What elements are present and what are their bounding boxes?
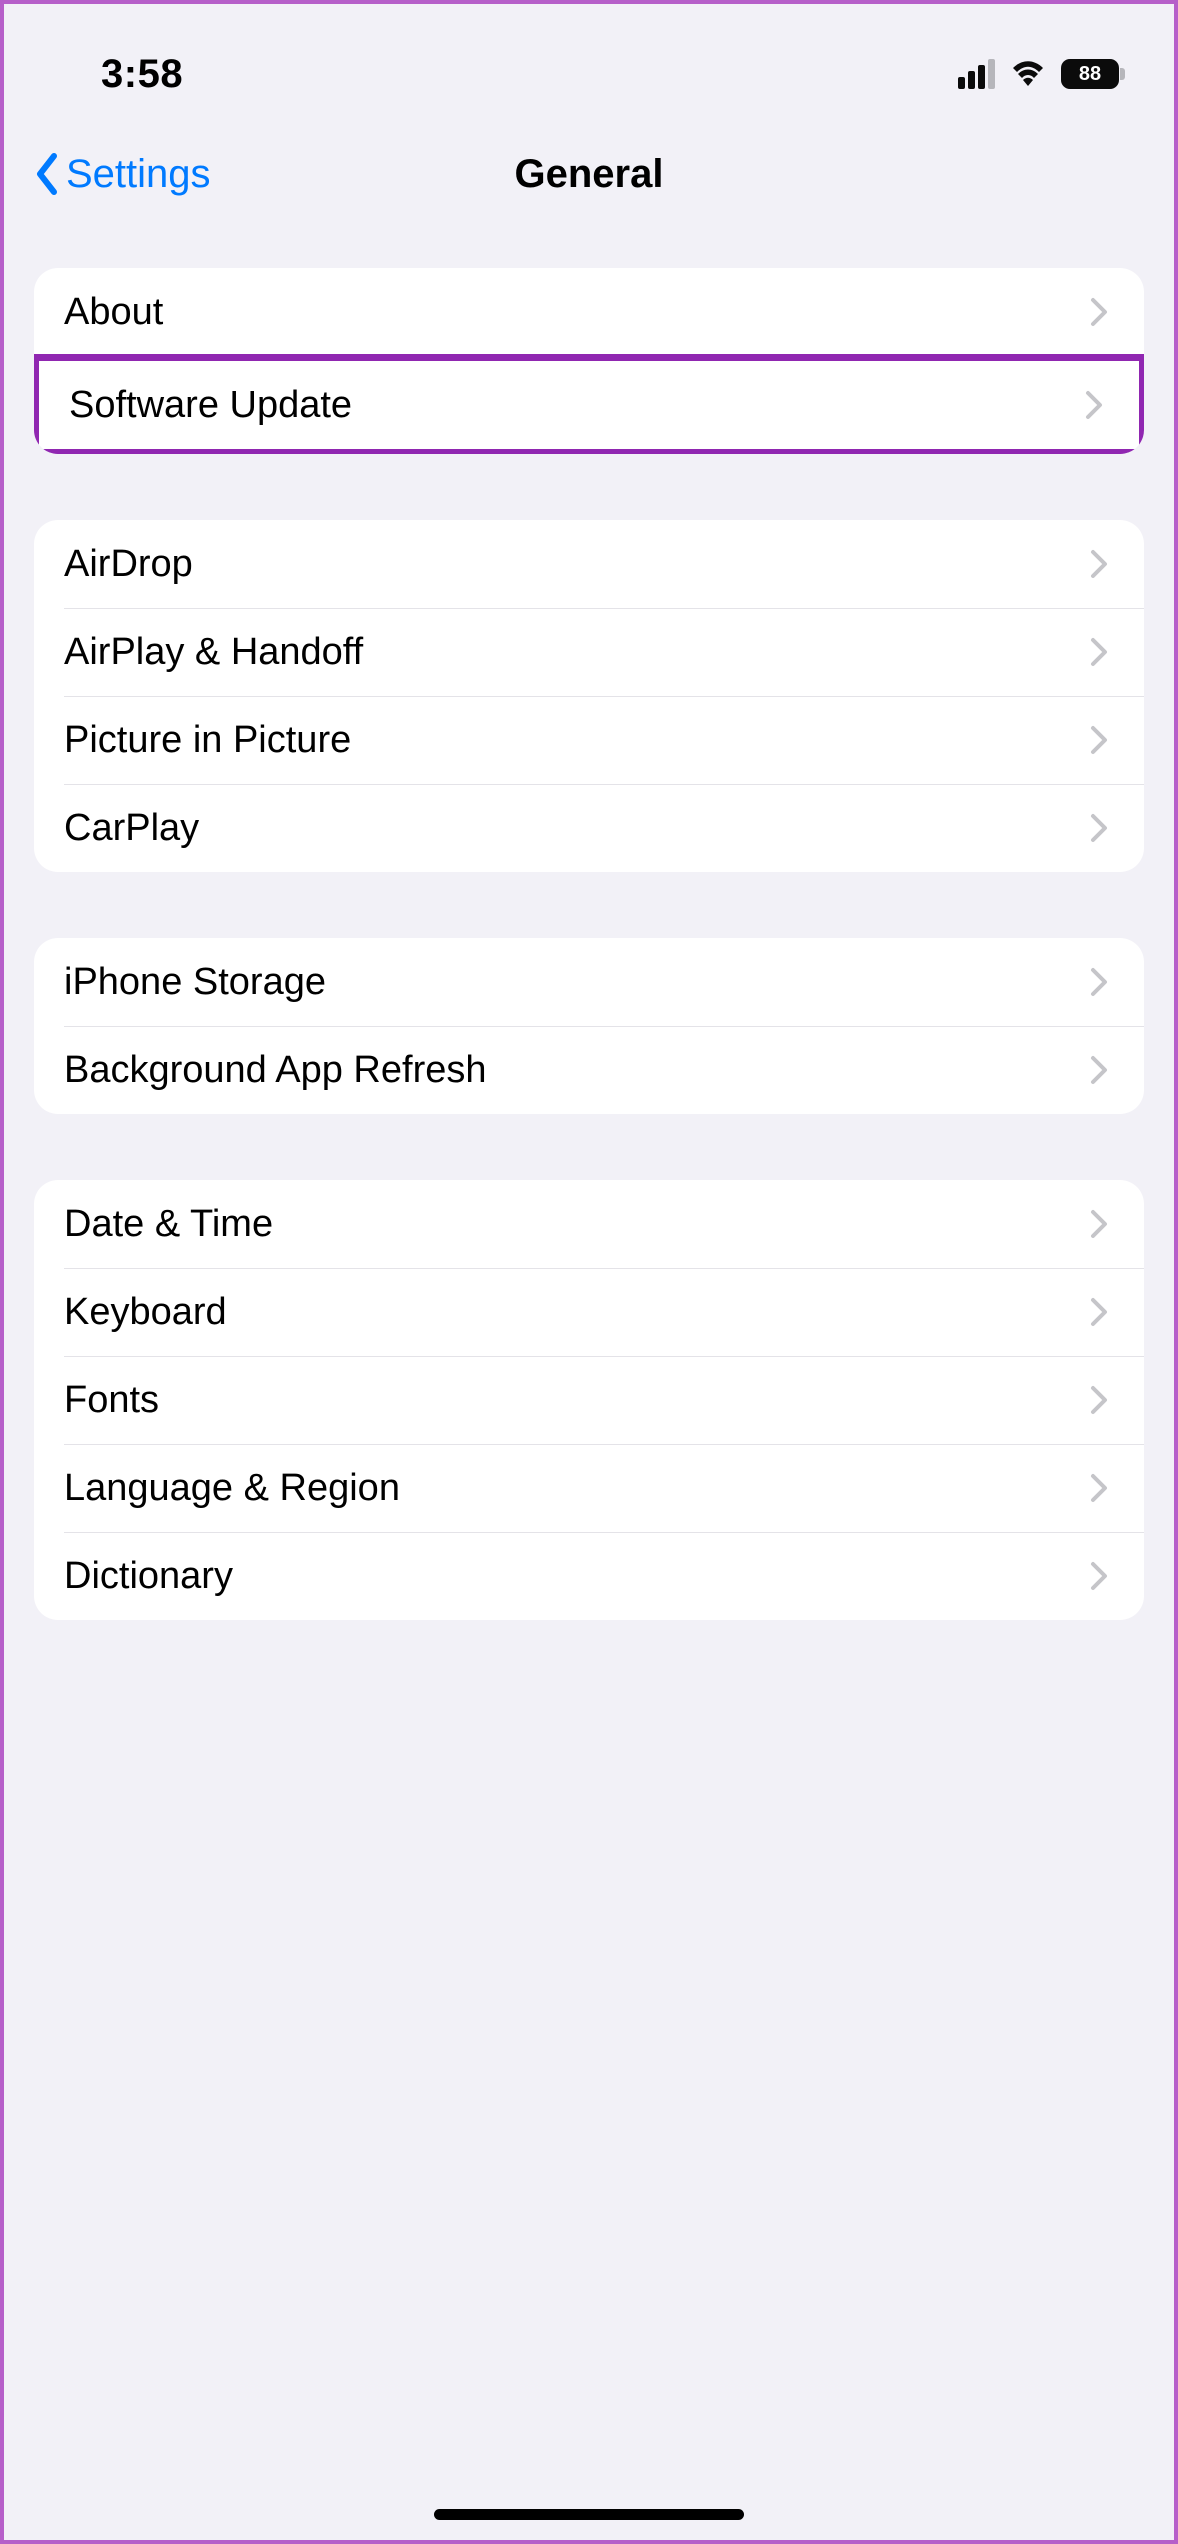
- settings-group-3: iPhone Storage Background App Refresh: [34, 938, 1144, 1114]
- status-bar: 3:58 88: [4, 4, 1174, 124]
- row-software-update[interactable]: Software Update: [39, 361, 1139, 449]
- chevron-right-icon: [1090, 297, 1108, 327]
- row-language-region[interactable]: Language & Region: [34, 1444, 1144, 1532]
- row-label: AirPlay & Handoff: [64, 631, 363, 674]
- chevron-right-icon: [1090, 637, 1108, 667]
- row-background-app-refresh[interactable]: Background App Refresh: [34, 1026, 1144, 1114]
- battery-icon: 88: [1061, 59, 1119, 89]
- row-iphone-storage[interactable]: iPhone Storage: [34, 938, 1144, 1026]
- page-title: General: [515, 152, 664, 197]
- row-fonts[interactable]: Fonts: [34, 1356, 1144, 1444]
- back-button[interactable]: Settings: [32, 152, 211, 197]
- chevron-right-icon: [1090, 549, 1108, 579]
- row-label: Language & Region: [64, 1467, 400, 1510]
- row-label: CarPlay: [64, 807, 199, 850]
- row-about[interactable]: About: [34, 268, 1144, 356]
- row-dictionary[interactable]: Dictionary: [34, 1532, 1144, 1620]
- row-label: iPhone Storage: [64, 961, 326, 1004]
- row-label: Picture in Picture: [64, 719, 351, 762]
- row-keyboard[interactable]: Keyboard: [34, 1268, 1144, 1356]
- settings-group-4: Date & Time Keyboard Fonts Language & Re…: [34, 1180, 1144, 1620]
- home-indicator[interactable]: [434, 2509, 744, 2520]
- chevron-right-icon: [1090, 1385, 1108, 1415]
- row-picture-in-picture[interactable]: Picture in Picture: [34, 696, 1144, 784]
- row-airplay-handoff[interactable]: AirPlay & Handoff: [34, 608, 1144, 696]
- row-label: AirDrop: [64, 543, 193, 586]
- chevron-right-icon: [1090, 1209, 1108, 1239]
- highlight-software-update: Software Update: [34, 354, 1144, 454]
- chevron-right-icon: [1090, 1297, 1108, 1327]
- wifi-icon: [1009, 59, 1047, 89]
- row-label: Background App Refresh: [64, 1049, 487, 1092]
- row-date-time[interactable]: Date & Time: [34, 1180, 1144, 1268]
- content: About Software Update AirDrop AirPlay & …: [4, 224, 1174, 1620]
- chevron-left-icon: [32, 152, 62, 196]
- chevron-right-icon: [1085, 390, 1103, 420]
- row-label: Dictionary: [64, 1555, 233, 1598]
- settings-group-2: AirDrop AirPlay & Handoff Picture in Pic…: [34, 520, 1144, 872]
- row-label: About: [64, 291, 163, 334]
- chevron-right-icon: [1090, 1473, 1108, 1503]
- row-label: Keyboard: [64, 1291, 227, 1334]
- chevron-right-icon: [1090, 725, 1108, 755]
- chevron-right-icon: [1090, 967, 1108, 997]
- settings-group-1: About Software Update: [34, 268, 1144, 454]
- chevron-right-icon: [1090, 1055, 1108, 1085]
- row-label: Software Update: [69, 384, 352, 427]
- battery-level: 88: [1061, 59, 1119, 89]
- back-label: Settings: [66, 152, 211, 197]
- chevron-right-icon: [1090, 1561, 1108, 1591]
- row-airdrop[interactable]: AirDrop: [34, 520, 1144, 608]
- cellular-signal-icon: [958, 59, 995, 89]
- row-label: Fonts: [64, 1379, 159, 1422]
- status-right: 88: [958, 59, 1119, 89]
- nav-bar: Settings General: [4, 124, 1174, 224]
- chevron-right-icon: [1090, 813, 1108, 843]
- row-carplay[interactable]: CarPlay: [34, 784, 1144, 872]
- row-label: Date & Time: [64, 1203, 273, 1246]
- status-time: 3:58: [59, 52, 183, 97]
